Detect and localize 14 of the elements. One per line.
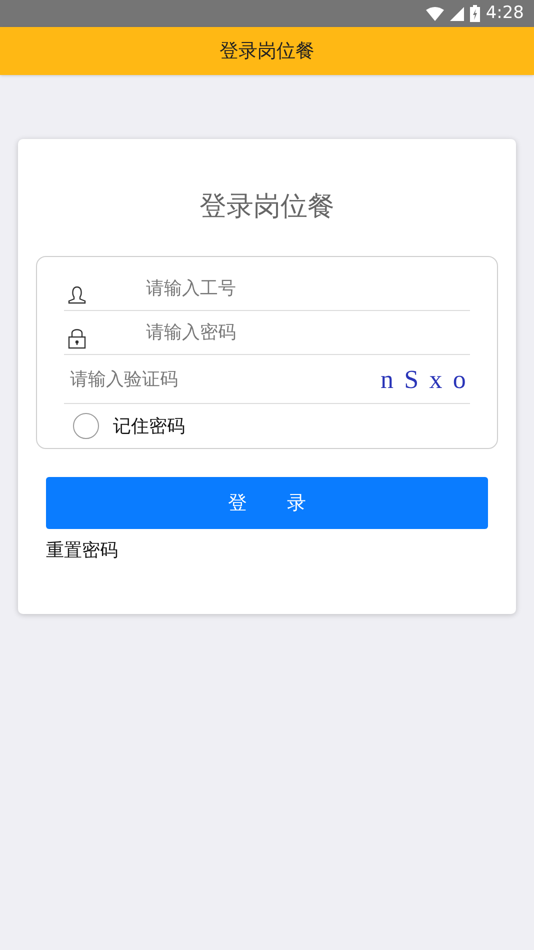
text-field[interactable]: 请输入工号 [146,275,470,302]
status-time: 4:28 [486,2,524,25]
remember-checkbox[interactable]: 记住密码 [37,404,497,448]
user-icon [68,284,86,304]
wifi-icon [426,6,444,20]
lock-icon [68,326,86,348]
text-field[interactable]: 请输入验证码 [64,366,380,392]
form-title: 登录岗位餐 [200,190,334,224]
text-field[interactable]: 请输入密码 [146,319,470,346]
battery-icon [470,5,480,22]
login-button[interactable]: 登 录 [46,477,488,529]
signal-icon [450,6,464,20]
reset-password-link[interactable]: 重置密码 [46,540,118,561]
header-title: 登录岗位餐 [220,38,314,64]
